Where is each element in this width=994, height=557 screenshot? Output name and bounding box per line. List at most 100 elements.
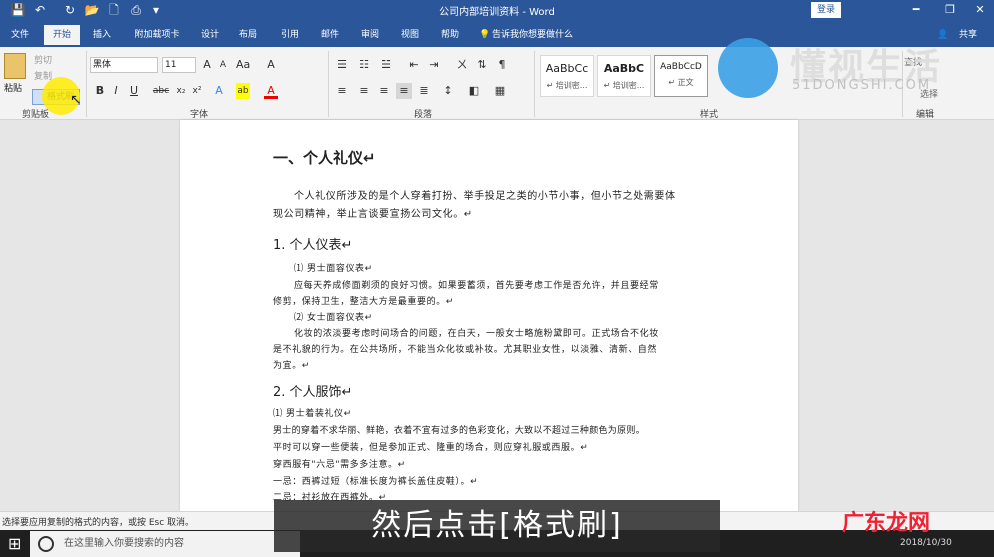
tab-design[interactable]: 设计 <box>194 25 226 45</box>
tab-mailings[interactable]: 邮件 <box>314 25 346 45</box>
tab-insert[interactable]: 插入 <box>86 25 118 45</box>
style-preview: AaBbC <box>603 62 645 75</box>
save-icon[interactable]: 💾 <box>10 2 26 18</box>
corner-watermark: 广东龙网 <box>842 511 931 536</box>
cortana-icon[interactable] <box>38 536 54 552</box>
strikethrough-button[interactable]: abc <box>150 83 172 99</box>
paragraph-line: 为宜。↵ <box>273 361 310 371</box>
tab-help[interactable]: 帮助 <box>434 25 466 45</box>
font-name-select[interactable]: 黑体 <box>90 57 158 73</box>
style-name: ↵ 培训密... <box>546 81 588 90</box>
tab-addins[interactable]: 附加载项卡 <box>126 25 188 45</box>
paragraph-line: ⑴ 男士着装礼仪↵ <box>273 409 352 419</box>
font-color-button[interactable]: A <box>264 83 278 99</box>
title-bar: 公司内部培训资料 - Word 💾 ↶ ↻ 📂 🗋 ⎙ ▾ 登录 ━ ❐ ✕ <box>0 0 994 21</box>
new-document-icon[interactable]: 🗋 <box>106 2 122 18</box>
heading-1: 一、个人礼仪↵ <box>273 149 376 167</box>
paragraph-line: 现公司精神，举止言谈要宣扬公司文化。↵ <box>273 209 473 220</box>
bullets-icon[interactable]: ☰ <box>334 57 350 73</box>
paragraph-line: 一忌：西裤过短（标准长度为裤长盖住皮鞋）。↵ <box>273 477 479 487</box>
change-case-icon[interactable]: Aa <box>236 57 250 73</box>
word-window: 公司内部培训资料 - Word 💾 ↶ ↻ 📂 🗋 ⎙ ▾ 登录 ━ ❐ ✕ 文… <box>0 0 994 557</box>
show-marks-icon[interactable]: ¶ <box>494 57 510 73</box>
document-page[interactable]: 一、个人礼仪↵ 个人礼仪所涉及的是个人穿着打扮、举手投足之类的小节小事，但小节之… <box>180 120 798 511</box>
restore-button[interactable]: ❐ <box>940 2 960 18</box>
open-icon[interactable]: 📂 <box>84 2 100 18</box>
cut-button[interactable]: 剪切 <box>34 53 52 66</box>
paragraph-line: 男士的穿着不求华丽、鲜艳，衣着不宜有过多的色彩变化，大致以不超过三种颜色为原则。 <box>273 426 646 436</box>
decrease-indent-icon[interactable]: ⇤ <box>406 57 422 73</box>
tab-view[interactable]: 视图 <box>394 25 426 45</box>
paragraph-line: 平时可以穿一些便装，但是参加正式、隆重的场合，则应穿礼服或西服。↵ <box>273 443 589 453</box>
sort-icon[interactable]: ⇅ <box>474 57 490 73</box>
windows-start-icon[interactable]: ⊞ <box>8 534 21 553</box>
underline-button[interactable]: U <box>128 83 140 99</box>
clock: 2018/10/30 <box>900 538 952 548</box>
styles-group-label: 样式 <box>700 110 719 120</box>
redo-icon[interactable]: ↻ <box>62 2 78 18</box>
clear-format-icon[interactable]: A <box>264 57 278 73</box>
mouse-pointer-icon: ↖ <box>70 92 82 108</box>
superscript-button[interactable]: x² <box>190 83 204 99</box>
tab-file[interactable]: 文件 <box>4 25 36 45</box>
close-button[interactable]: ✕ <box>970 2 990 18</box>
justify-icon[interactable]: ≡ <box>396 83 412 99</box>
tab-references[interactable]: 引用 <box>274 25 306 45</box>
style-item[interactable]: AaBbCc ↵ 培训密... <box>540 55 594 97</box>
text-effects-icon[interactable]: A <box>212 83 226 99</box>
document-area: 一、个人礼仪↵ 个人礼仪所涉及的是个人穿着打扮、举手投足之类的小节小事，但小节之… <box>0 120 994 511</box>
paragraph-line: 穿西服有"六忌"需多多注意。↵ <box>273 460 406 470</box>
increase-indent-icon[interactable]: ⇥ <box>426 57 442 73</box>
borders-icon[interactable]: ▦ <box>492 83 508 99</box>
undo-icon[interactable]: ↶ <box>32 2 48 18</box>
tab-home[interactable]: 开始 <box>44 25 80 45</box>
print-preview-icon[interactable]: ⎙ <box>128 2 144 18</box>
clipboard-group-label: 剪贴板 <box>22 110 50 120</box>
style-preview: AaBbCc <box>545 62 589 75</box>
paste-label[interactable]: 粘贴 <box>4 81 22 94</box>
video-subtitle: 然后点击[格式刷] <box>274 500 720 552</box>
tab-review[interactable]: 审阅 <box>354 25 386 45</box>
highlight-button[interactable]: ab <box>236 83 250 99</box>
italic-button[interactable]: I <box>110 83 122 99</box>
align-left-icon[interactable]: ≡ <box>334 83 350 99</box>
lightbulb-icon: 💡 <box>479 30 491 40</box>
paragraph-group-label: 段落 <box>414 110 433 120</box>
multilevel-list-icon[interactable]: ☱ <box>378 57 394 73</box>
subscript-button[interactable]: x₂ <box>174 83 188 99</box>
watermark-subtext: 51DONGSHI.COM <box>792 78 932 93</box>
style-name: ↵ 培训密... <box>603 81 645 90</box>
tell-me-box[interactable]: 告诉我你想要做什么 <box>492 25 584 45</box>
paste-icon[interactable] <box>4 53 26 79</box>
paragraph-line: 个人礼仪所涉及的是个人穿着打扮、举手投足之类的小节小事，但小节之处需要体 <box>294 191 676 202</box>
font-size-select[interactable]: 11 <box>162 57 196 73</box>
customize-toolbar-icon[interactable]: ▾ <box>148 2 164 18</box>
login-button[interactable]: 登录 <box>811 2 841 18</box>
divider <box>534 51 535 117</box>
line-spacing-icon[interactable]: ↕ <box>440 83 456 99</box>
distributed-icon[interactable]: ≣ <box>416 83 432 99</box>
share-button[interactable]: 共享 <box>952 25 984 45</box>
style-item[interactable]: AaBbC ↵ 培训密... <box>597 55 651 97</box>
grow-font-button[interactable]: A <box>200 57 214 73</box>
bold-button[interactable]: B <box>94 83 106 99</box>
shrink-font-button[interactable]: A <box>216 57 230 73</box>
style-preview: AaBbCcD <box>660 62 702 72</box>
align-right-icon[interactable]: ≡ <box>376 83 392 99</box>
align-center-icon[interactable]: ≡ <box>356 83 372 99</box>
tab-layout[interactable]: 布局 <box>232 25 264 45</box>
divider <box>328 51 329 117</box>
paragraph-line: ⑴ 男士面容仪表↵ <box>294 264 373 274</box>
minimize-button[interactable]: ━ <box>906 2 926 18</box>
shading-icon[interactable]: ◧ <box>466 83 482 99</box>
chinese-layout-icon[interactable]: ㄨ <box>454 57 470 73</box>
paragraph-line: 应每天养成修面剃须的良好习惯。如果要蓄须，首先要考虑工作是否允许，并且要经常 <box>294 281 659 291</box>
editing-group-label: 编辑 <box>916 110 935 120</box>
heading-2: 1. 个人仪表↵ <box>273 238 353 253</box>
paragraph-line: ⑵ 女士面容仪表↵ <box>294 313 373 323</box>
style-item[interactable]: AaBbCcD ↵ 正文 <box>654 55 708 97</box>
status-text: 选择要应用复制的格式的内容，或按 Esc 取消。 <box>2 518 195 528</box>
taskbar-search-input[interactable]: 在这里输入你要搜索的内容 <box>30 531 300 557</box>
divider <box>86 51 87 117</box>
numbering-icon[interactable]: ☷ <box>356 57 372 73</box>
